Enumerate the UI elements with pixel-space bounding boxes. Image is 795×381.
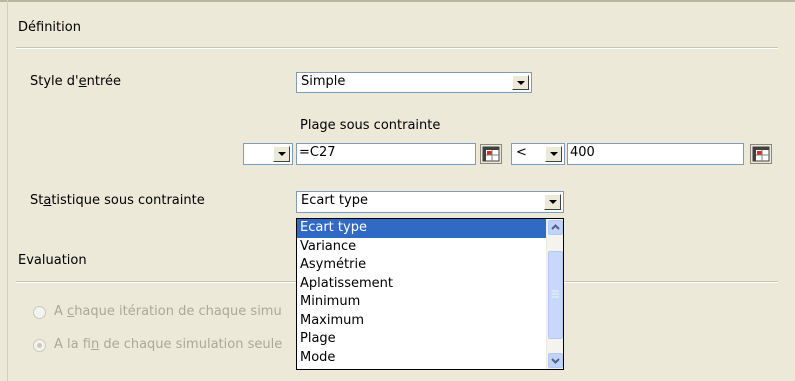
chevron-down-icon[interactable] [544,194,561,210]
radio-each-iteration[interactable] [33,306,46,319]
range-prefix-combobox[interactable] [243,143,293,165]
scroll-down-button[interactable] [548,353,563,368]
chevron-down-icon[interactable] [273,146,290,162]
evaluation-section-title: Evaluation [18,253,87,268]
radio-end-simulation[interactable] [33,339,46,352]
stat-label: Statistique sous contrainte [30,193,205,208]
stat-dropdown-items: Ecart type Variance Asymétrie Aplatissement… [297,219,546,367]
definition-separator [16,47,778,49]
operator-combobox[interactable]: < [511,143,565,165]
dropdown-option[interactable]: Aplatissement [297,275,546,294]
dropdown-option[interactable]: Asymétrie [297,256,546,275]
stat-combobox[interactable]: Ecart type [296,191,564,213]
style-combobox[interactable]: Simple [296,72,532,93]
definition-section-title: Définition [18,20,81,35]
scroll-thumb[interactable] [548,251,563,339]
dialog-left-border [7,0,8,381]
chevron-down-icon[interactable] [512,75,529,90]
grip-icon [552,290,559,298]
range-label: Plage sous contrainte [300,118,441,133]
chevron-down-icon [551,358,560,364]
dropdown-option[interactable]: Variance [297,238,546,257]
limit-select-icon[interactable] [750,144,772,164]
range-input-value: =C27 [299,145,336,160]
stat-dropdown-list[interactable]: Ecart type Variance Asymétrie Aplatissement… [296,218,564,370]
scroll-up-button[interactable] [548,220,563,235]
dropdown-scrollbar[interactable] [546,219,563,369]
style-label: Style d'entrée [30,74,122,89]
dropdown-option[interactable]: Maximum [297,312,546,331]
limit-input-value: 400 [570,145,595,160]
dialog-top-border [0,0,795,2]
dropdown-option[interactable]: Minimum [297,293,546,312]
chevron-up-icon [551,224,560,230]
dropdown-option[interactable]: Plage [297,330,546,349]
stat-combobox-value: Ecart type [301,193,368,208]
option-each-iteration-label[interactable]: A chaque itération de chaque simu [54,304,282,320]
dropdown-option[interactable]: Mode [297,349,546,368]
operator-value: < [516,145,527,160]
option-end-simulation-label[interactable]: A la fin de chaque simulation seule [54,337,282,353]
range-input[interactable]: =C27 [296,143,476,165]
limit-input[interactable]: 400 [567,143,744,165]
dropdown-option[interactable]: Ecart type [297,219,546,238]
chevron-down-icon[interactable] [545,146,562,162]
range-select-icon[interactable] [480,144,502,164]
style-combobox-value: Simple [301,74,346,89]
